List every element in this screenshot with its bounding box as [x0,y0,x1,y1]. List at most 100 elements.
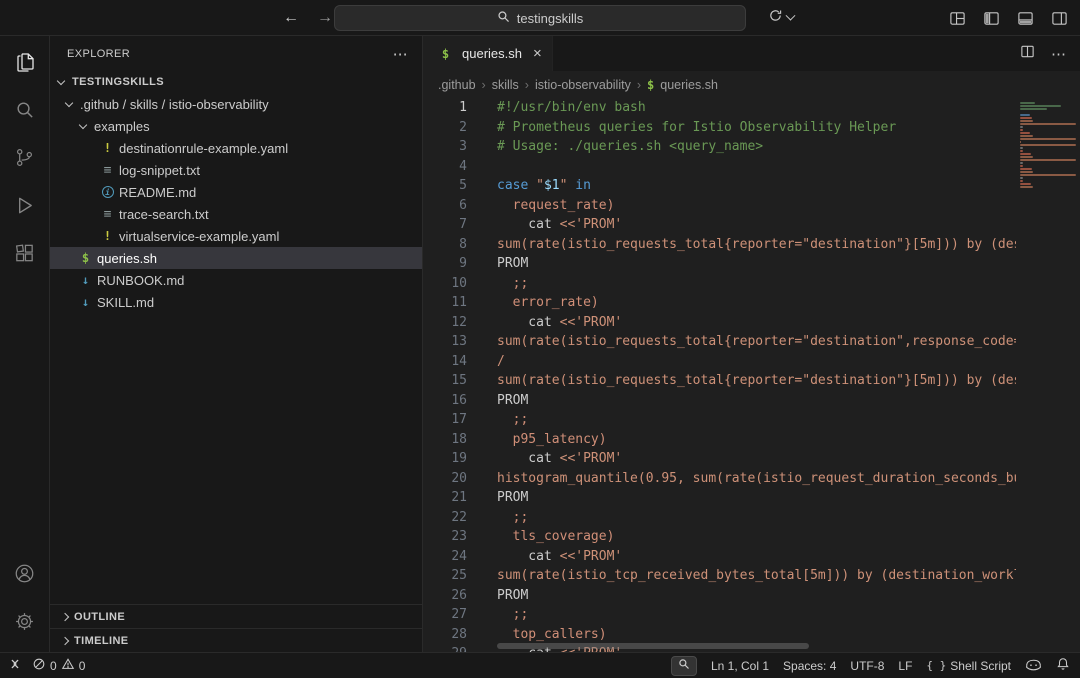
chevron-down-icon [76,118,92,134]
code-line[interactable]: 11 error_rate) [423,293,1016,313]
breadcrumb-item[interactable]: skills [492,78,519,92]
tree-item-file[interactable]: ≡log-snippet.txt [50,159,422,181]
code-line[interactable]: 4 [423,157,1016,177]
shell-file-icon: $ [647,78,654,92]
more-actions-icon[interactable]: ⋯ [1051,45,1066,63]
toggle-primary-sidebar-icon[interactable] [983,10,1000,27]
tab-queries-sh[interactable]: $ queries.sh × [423,36,553,71]
line-number: 27 [423,605,467,625]
copilot-indicator[interactable] [1025,658,1042,674]
activity-item-explorer[interactable] [0,40,49,88]
code-line[interactable]: 25sum(rate(istio_tcp_received_bytes_tota… [423,566,1016,586]
breadcrumb-item[interactable]: istio-observability [535,78,631,92]
code-line[interactable]: 12 cat <<'PROM' [423,313,1016,333]
minimap-line [1020,183,1031,185]
forward-icon[interactable]: → [317,9,333,27]
activity-item-run-debug[interactable] [0,184,49,232]
minimap-line [1020,162,1023,164]
minimap-line [1020,102,1035,104]
code-line[interactable]: 27 ;; [423,605,1016,625]
code-line[interactable]: 28 top_callers) [423,625,1016,645]
code-line[interactable]: 15sum(rate(istio_requests_total{reporter… [423,371,1016,391]
outline-section[interactable]: OUTLINE [50,604,422,628]
line-number: 17 [423,410,467,430]
command-center-search[interactable]: testingskills [334,5,746,31]
code-line[interactable]: 20histogram_quantile(0.95, sum(rate(isti… [423,469,1016,489]
tree-item-folder[interactable]: examples [50,115,422,137]
code-line[interactable]: 10 ;; [423,274,1016,294]
info-file-icon: i [98,186,117,198]
code-line[interactable]: 16PROM [423,391,1016,411]
close-icon[interactable]: × [533,45,542,62]
code-line[interactable]: 13sum(rate(istio_requests_total{reporter… [423,332,1016,352]
cursor-position[interactable]: Ln 1, Col 1 [711,659,769,673]
horizontal-scrollbar[interactable] [497,643,809,649]
search-icon [13,98,36,126]
tree-item-folder[interactable]: .github / skills / istio-observability [50,93,422,115]
code-area[interactable]: 1#!/usr/bin/env bash2# Prometheus querie… [423,98,1016,652]
code-line[interactable]: 14/ [423,352,1016,372]
activity-item-source-control[interactable] [0,136,49,184]
zoom-indicator[interactable] [671,656,697,676]
eol-indicator[interactable]: LF [898,659,912,673]
toggle-secondary-sidebar-icon[interactable] [1051,10,1068,27]
yaml-file-icon: ! [98,141,117,155]
tree-item-file[interactable]: iREADME.md [50,181,422,203]
code-text: sum(rate(istio_tcp_received_bytes_total[… [467,566,1016,586]
language-mode[interactable]: { } Shell Script [926,659,1011,673]
activity-item-accounts[interactable] [0,552,49,600]
run-recent-group[interactable] [768,0,794,36]
code-line[interactable]: 8sum(rate(istio_requests_total{reporter=… [423,235,1016,255]
tree-item-file[interactable]: $queries.sh [50,247,422,269]
code-line[interactable]: 24 cat <<'PROM' [423,547,1016,567]
indentation[interactable]: Spaces: 4 [783,659,836,673]
activity-bar-top [0,40,49,280]
code-line[interactable]: 1#!/usr/bin/env bash [423,98,1016,118]
code-text: ;; [467,508,528,528]
encoding[interactable]: UTF-8 [850,659,884,673]
code-line[interactable]: 9PROM [423,254,1016,274]
minimap[interactable] [1016,98,1080,652]
more-actions-icon[interactable]: ⋯ [393,45,408,63]
tree-item-folder[interactable]: TESTINGSKILLS [50,71,422,93]
remote-indicator[interactable] [8,657,22,674]
breadcrumb-item[interactable]: .github [438,78,476,92]
timeline-section[interactable]: TIMELINE [50,628,422,652]
back-icon[interactable]: ← [283,9,299,27]
minimap-line [1020,138,1076,140]
line-number: 21 [423,488,467,508]
warning-icon [61,657,75,674]
activity-item-search[interactable] [0,88,49,136]
refresh-icon [768,8,783,28]
activity-item-extensions[interactable] [0,232,49,280]
toggle-panel-icon[interactable] [1017,10,1034,27]
tree-item-file[interactable]: ↓RUNBOOK.md [50,269,422,291]
activity-item-settings[interactable] [0,600,49,648]
tree-item-file[interactable]: ≡trace-search.txt [50,203,422,225]
code-line[interactable]: 21PROM [423,488,1016,508]
code-line[interactable]: 19 cat <<'PROM' [423,449,1016,469]
code-line[interactable]: 3# Usage: ./queries.sh <query_name> [423,137,1016,157]
file-tree: TESTINGSKILLS.github / skills / istio-ob… [50,71,422,604]
notifications-bell[interactable] [1056,657,1070,674]
code-line[interactable]: 18 p95_latency) [423,430,1016,450]
problems-indicator[interactable]: 0 0 [32,657,85,674]
tree-item-file[interactable]: !virtualservice-example.yaml [50,225,422,247]
split-editor-icon[interactable] [1020,44,1035,64]
code-line[interactable]: 26PROM [423,586,1016,606]
code-line[interactable]: 23 tls_coverage) [423,527,1016,547]
code-line[interactable]: 6 request_rate) [423,196,1016,216]
tree-item-label: log-snippet.txt [119,163,200,178]
customize-layout-icon[interactable] [949,10,966,27]
code-line[interactable]: 22 ;; [423,508,1016,528]
code-line[interactable]: 17 ;; [423,410,1016,430]
breadcrumb-item[interactable]: queries.sh [660,78,718,92]
tree-item-file[interactable]: !destinationrule-example.yaml [50,137,422,159]
code-text: / [467,352,505,372]
error-icon [32,657,46,674]
line-number: 4 [423,157,467,177]
code-line[interactable]: 5case "$1" in [423,176,1016,196]
code-line[interactable]: 2# Prometheus queries for Istio Observab… [423,118,1016,138]
tree-item-file[interactable]: ↓SKILL.md [50,291,422,313]
code-line[interactable]: 7 cat <<'PROM' [423,215,1016,235]
